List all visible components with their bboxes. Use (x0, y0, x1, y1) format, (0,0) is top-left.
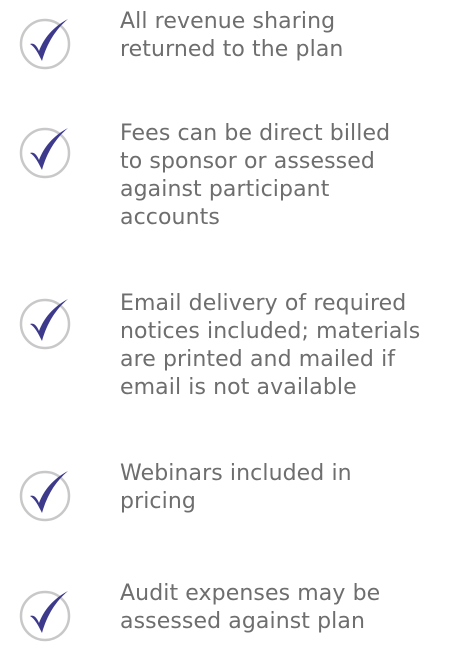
feature-list: All revenue sharing returned to the plan… (0, 0, 472, 660)
checkmark-circle-icon (18, 468, 72, 522)
checkmark-circle-icon (18, 125, 72, 179)
feature-text: Audit expenses may be assessed against p… (120, 581, 381, 634)
checkmark-circle-icon (18, 16, 72, 70)
checkmark-circle-icon (18, 588, 72, 642)
checkmark-circle-icon (18, 296, 72, 350)
feature-text: All revenue sharing returned to the plan (120, 9, 344, 62)
feature-text: Email delivery of required notices inclu… (120, 291, 421, 400)
feature-text: Fees can be direct billed to sponsor or … (120, 121, 391, 230)
feature-text: Webinars included in pricing (120, 461, 352, 514)
